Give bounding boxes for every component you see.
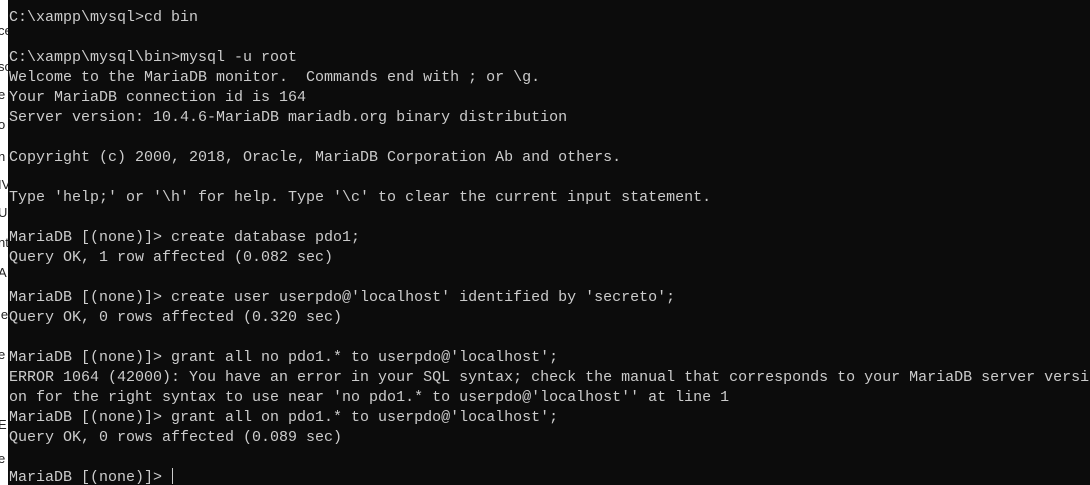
background-text-fragment: sc xyxy=(0,59,8,74)
console-line: Server version: 10.4.6-MariaDB mariadb.o… xyxy=(9,109,568,126)
text-cursor xyxy=(172,468,174,484)
error-line: ERROR 1064 (42000): You have an error in… xyxy=(9,369,1090,386)
background-text-fragment: e xyxy=(0,87,6,102)
background-text-fragment: o xyxy=(0,117,6,132)
console-line: Your MariaDB connection id is 164 xyxy=(9,89,307,106)
prompt-text: MariaDB [(none)]> xyxy=(9,469,172,485)
console-line: MariaDB [(none)]> create database pdo1; xyxy=(9,229,361,246)
background-text-fragment: E xyxy=(0,417,7,432)
background-window-edge: ce sc e o n IV UE nt A le e E e xyxy=(0,0,8,485)
error-line: on for the right syntax to use near 'no … xyxy=(9,389,730,406)
background-text-fragment: IV xyxy=(0,177,8,192)
background-text-fragment: A xyxy=(0,265,7,280)
input-prompt-line[interactable]: MariaDB [(none)]> xyxy=(9,468,1090,485)
console-line: Query OK, 0 rows affected (0.320 sec) xyxy=(9,309,343,326)
background-text-fragment: e xyxy=(0,451,6,466)
console-output: C:\xampp\mysql>cd bin C:\xampp\mysql\bin… xyxy=(9,8,1090,485)
console-line: Type 'help;' or '\h' for help. Type '\c'… xyxy=(9,189,712,206)
console-line: C:\xampp\mysql\bin>mysql -u root xyxy=(9,49,298,66)
console-line: MariaDB [(none)]> grant all on pdo1.* to… xyxy=(9,409,559,426)
console-line: C:\xampp\mysql>cd bin xyxy=(9,9,199,26)
console-line: Query OK, 0 rows affected (0.089 sec) xyxy=(9,429,343,446)
background-text-fragment: ce xyxy=(0,23,8,38)
background-text-fragment: e xyxy=(0,347,6,362)
console-line: Welcome to the MariaDB monitor. Commands… xyxy=(9,69,541,86)
console-line: Copyright (c) 2000, 2018, Oracle, MariaD… xyxy=(9,149,622,166)
console-line: MariaDB [(none)]> create user userpdo@'l… xyxy=(9,289,676,306)
background-text-fragment: n xyxy=(0,149,6,164)
background-text-fragment: UE xyxy=(0,205,8,220)
console-line: MariaDB [(none)]> grant all no pdo1.* to… xyxy=(9,349,559,366)
background-text-fragment: le xyxy=(0,307,8,322)
background-text-fragment: nt xyxy=(0,235,8,250)
console-line: Query OK, 1 row affected (0.082 sec) xyxy=(9,249,334,266)
console-window[interactable]: ce sc e o n IV UE nt A le e E e C:\xampp… xyxy=(0,0,1090,485)
